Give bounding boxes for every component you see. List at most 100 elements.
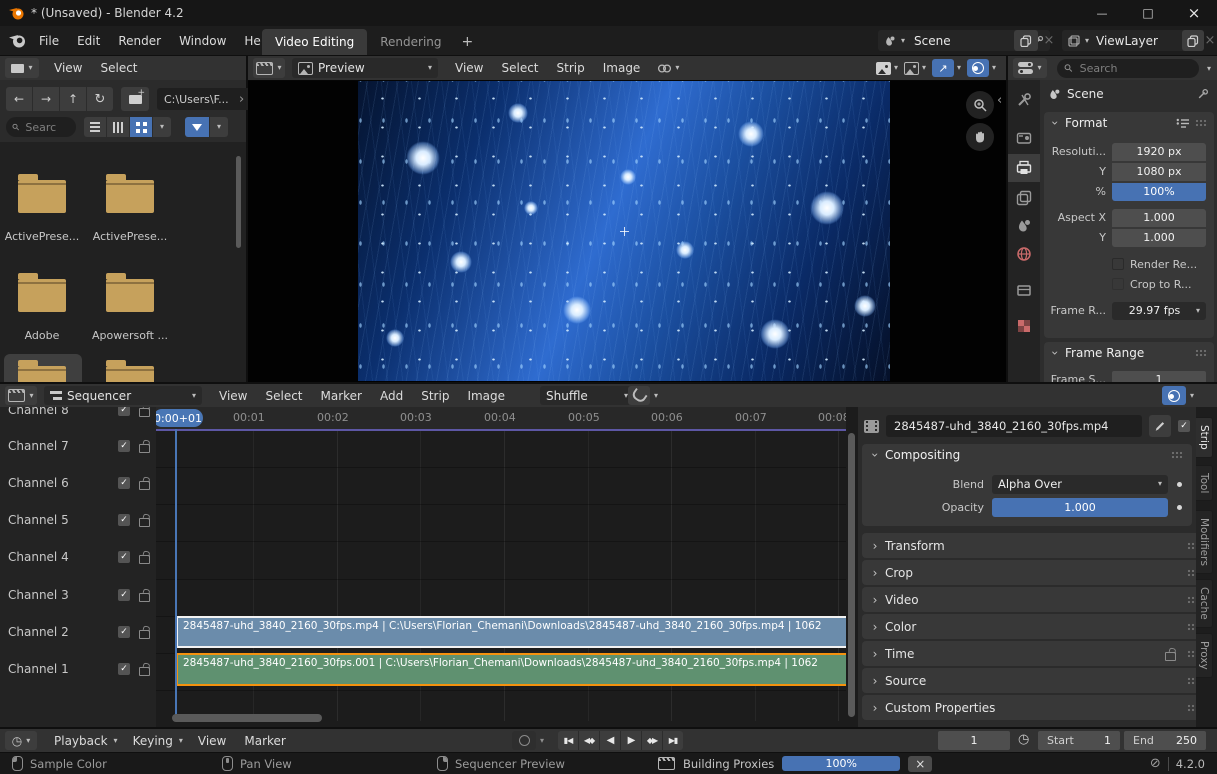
next-keyframe-button[interactable]: ◆▶ <box>642 731 663 750</box>
channel-row[interactable]: Channel 7✓ <box>8 437 150 455</box>
chevron-down-icon[interactable]: ▾ <box>1207 65 1211 73</box>
folder-label[interactable]: Adobe <box>0 329 84 342</box>
jump-to-end-button[interactable]: ▶▮ <box>663 731 683 750</box>
panel-drag-handle[interactable] <box>1195 119 1208 127</box>
folder-label[interactable]: ActivePrese... <box>0 230 84 243</box>
panel-expand-icon[interactable]: › <box>1048 348 1062 358</box>
video-strip[interactable]: 2845487-uhd_3840_2160_30fps.mp4 | C:\Use… <box>176 616 846 648</box>
rename-button[interactable] <box>1149 415 1171 437</box>
folder-icon[interactable] <box>106 180 154 213</box>
preview-menu-image[interactable]: Image <box>594 61 650 75</box>
network-off-icon[interactable]: ⊘ <box>1150 757 1161 770</box>
channel-mute-checkbox[interactable]: ✓ <box>118 407 130 416</box>
presets-list-icon[interactable] <box>1176 118 1190 129</box>
editor-type-button[interactable]: ▾ <box>1013 58 1047 78</box>
resolution-percent-slider[interactable]: 100% <box>1112 183 1206 201</box>
tab-tool[interactable]: Tool <box>1196 465 1213 501</box>
seq-menu-marker[interactable]: Marker <box>312 389 371 403</box>
crop-to-region-checkbox[interactable] <box>1112 278 1124 290</box>
seq-menu-add[interactable]: Add <box>371 389 412 403</box>
panel-drag-handle[interactable] <box>1195 349 1208 357</box>
blend-dropdown[interactable]: Alpha Over▾ <box>992 475 1168 494</box>
animate-dot-icon[interactable] <box>1177 482 1182 487</box>
channel-mute-checkbox[interactable]: ✓ <box>118 477 130 489</box>
workspace-tab-video-editing[interactable]: Video Editing <box>262 29 367 55</box>
play-button[interactable]: ▶ <box>621 731 642 750</box>
viewlayer-selector[interactable]: ▾ ViewLayer <box>1062 30 1192 51</box>
source-panel[interactable]: ›Source <box>862 668 1208 693</box>
seq-menu-view[interactable]: View <box>210 389 256 403</box>
seq-menu-select[interactable]: Select <box>256 389 311 403</box>
render-tab-icon[interactable] <box>1016 130 1032 146</box>
file-list-scrollbar[interactable] <box>236 156 241 248</box>
pin-icon[interactable] <box>1197 88 1209 100</box>
pan-button[interactable] <box>966 123 994 151</box>
close-button[interactable]: × <box>1171 0 1217 26</box>
playhead-badge[interactable]: 0:00+01 <box>156 409 203 427</box>
frame-start-field[interactable]: Start1 <box>1038 731 1120 750</box>
prev-keyframe-button[interactable]: ◀◆ <box>579 731 600 750</box>
display-thumbnails-button[interactable] <box>130 117 152 137</box>
filter-options-dropdown[interactable]: ▾ <box>209 117 228 137</box>
folder-label[interactable]: Apowersoft ... <box>88 329 172 342</box>
file-menu-select[interactable]: Select <box>91 61 146 75</box>
play-reverse-button[interactable]: ◀ <box>600 731 621 750</box>
channel-mute-checkbox[interactable]: ✓ <box>118 440 130 452</box>
channel-mute-checkbox[interactable]: ✓ <box>118 514 130 526</box>
pivot-point-button[interactable]: ▾ <box>657 63 679 74</box>
channel-row[interactable]: Channel 8✓ <box>8 407 150 419</box>
aspect-x-field[interactable]: 1.000 <box>1112 209 1206 227</box>
strip-name-field[interactable]: 2845487-uhd_3840_2160_30fps.mp4 <box>886 415 1142 437</box>
frame-end-field[interactable]: End250 <box>1124 731 1206 750</box>
preview-shading-button[interactable]: ▾ <box>904 62 926 75</box>
channel-mute-checkbox[interactable]: ✓ <box>118 663 130 675</box>
channel-row[interactable]: Channel 1✓ <box>8 660 150 678</box>
preview-mode-dropdown[interactable]: Preview ▾ <box>292 58 438 78</box>
scene-tab-icon[interactable] <box>1016 218 1032 234</box>
folder-icon[interactable] <box>18 180 66 213</box>
stopwatch-icon[interactable]: ◷ <box>1018 733 1029 746</box>
world-tab-icon[interactable] <box>1016 246 1032 262</box>
nav-forward-button[interactable]: → <box>33 87 60 111</box>
filter-button[interactable] <box>185 117 209 137</box>
folder-icon[interactable] <box>18 279 66 312</box>
file-search-input[interactable] <box>23 120 70 135</box>
timeline-menu-view[interactable]: View <box>189 734 235 748</box>
panel-expand-icon[interactable]: › <box>1048 118 1062 128</box>
render-region-checkbox[interactable] <box>1112 258 1124 270</box>
audio-strip[interactable]: 2845487-uhd_3840_2160_30fps.001 | C:\Use… <box>176 653 846 686</box>
tab-proxy[interactable]: Proxy <box>1196 633 1213 678</box>
timeline-menu-marker[interactable]: Marker <box>235 734 294 748</box>
format-panel-title[interactable]: Format <box>1065 116 1171 130</box>
add-workspace-button[interactable]: + <box>455 29 481 55</box>
scene-unlink-button[interactable]: × <box>1041 30 1057 51</box>
tab-strip[interactable]: Strip <box>1196 417 1213 458</box>
file-menu-view[interactable]: View <box>45 61 91 75</box>
auto-keying-button[interactable] <box>512 731 536 750</box>
texture-tab-icon[interactable] <box>1016 318 1032 334</box>
seq-menu-strip[interactable]: Strip <box>412 389 458 403</box>
aspect-y-field[interactable]: 1.000 <box>1112 229 1206 247</box>
folder-icon[interactable] <box>106 366 154 382</box>
display-vertical-list-button[interactable] <box>84 117 107 137</box>
transform-panel[interactable]: ›Transform <box>862 533 1208 558</box>
frame-range-panel-title[interactable]: Frame Range <box>1065 346 1190 360</box>
editor-type-button[interactable]: ◷ ▾ <box>5 731 37 750</box>
overlap-mode-dropdown[interactable]: Shuffle ▾ <box>540 386 634 405</box>
collection-tab-icon[interactable] <box>1016 282 1032 298</box>
editor-type-button[interactable]: ▾ <box>253 58 285 78</box>
preview-menu-select[interactable]: Select <box>492 61 547 75</box>
editor-type-button[interactable]: ▾ <box>5 58 39 78</box>
time-ruler[interactable]: 00:01 00:02 00:03 00:04 00:05 00:06 00:0… <box>156 407 846 429</box>
channel-row[interactable]: Channel 5✓ <box>8 511 150 529</box>
strip-enable-checkbox[interactable]: ✓ <box>1178 420 1190 432</box>
channel-row[interactable]: Channel 2✓ <box>8 623 150 641</box>
panel-expand-icon[interactable]: › <box>868 450 882 460</box>
crop-panel[interactable]: ›Crop <box>862 560 1208 585</box>
jump-to-start-button[interactable]: ▮◀ <box>558 731 579 750</box>
playhead-line[interactable] <box>175 429 177 721</box>
viewlayer-tab-icon[interactable] <box>1016 190 1032 206</box>
channel-row[interactable]: Channel 3✓ <box>8 586 150 604</box>
compositing-title[interactable]: Compositing <box>885 448 1166 462</box>
snapping-toggle-button[interactable] <box>628 386 650 405</box>
